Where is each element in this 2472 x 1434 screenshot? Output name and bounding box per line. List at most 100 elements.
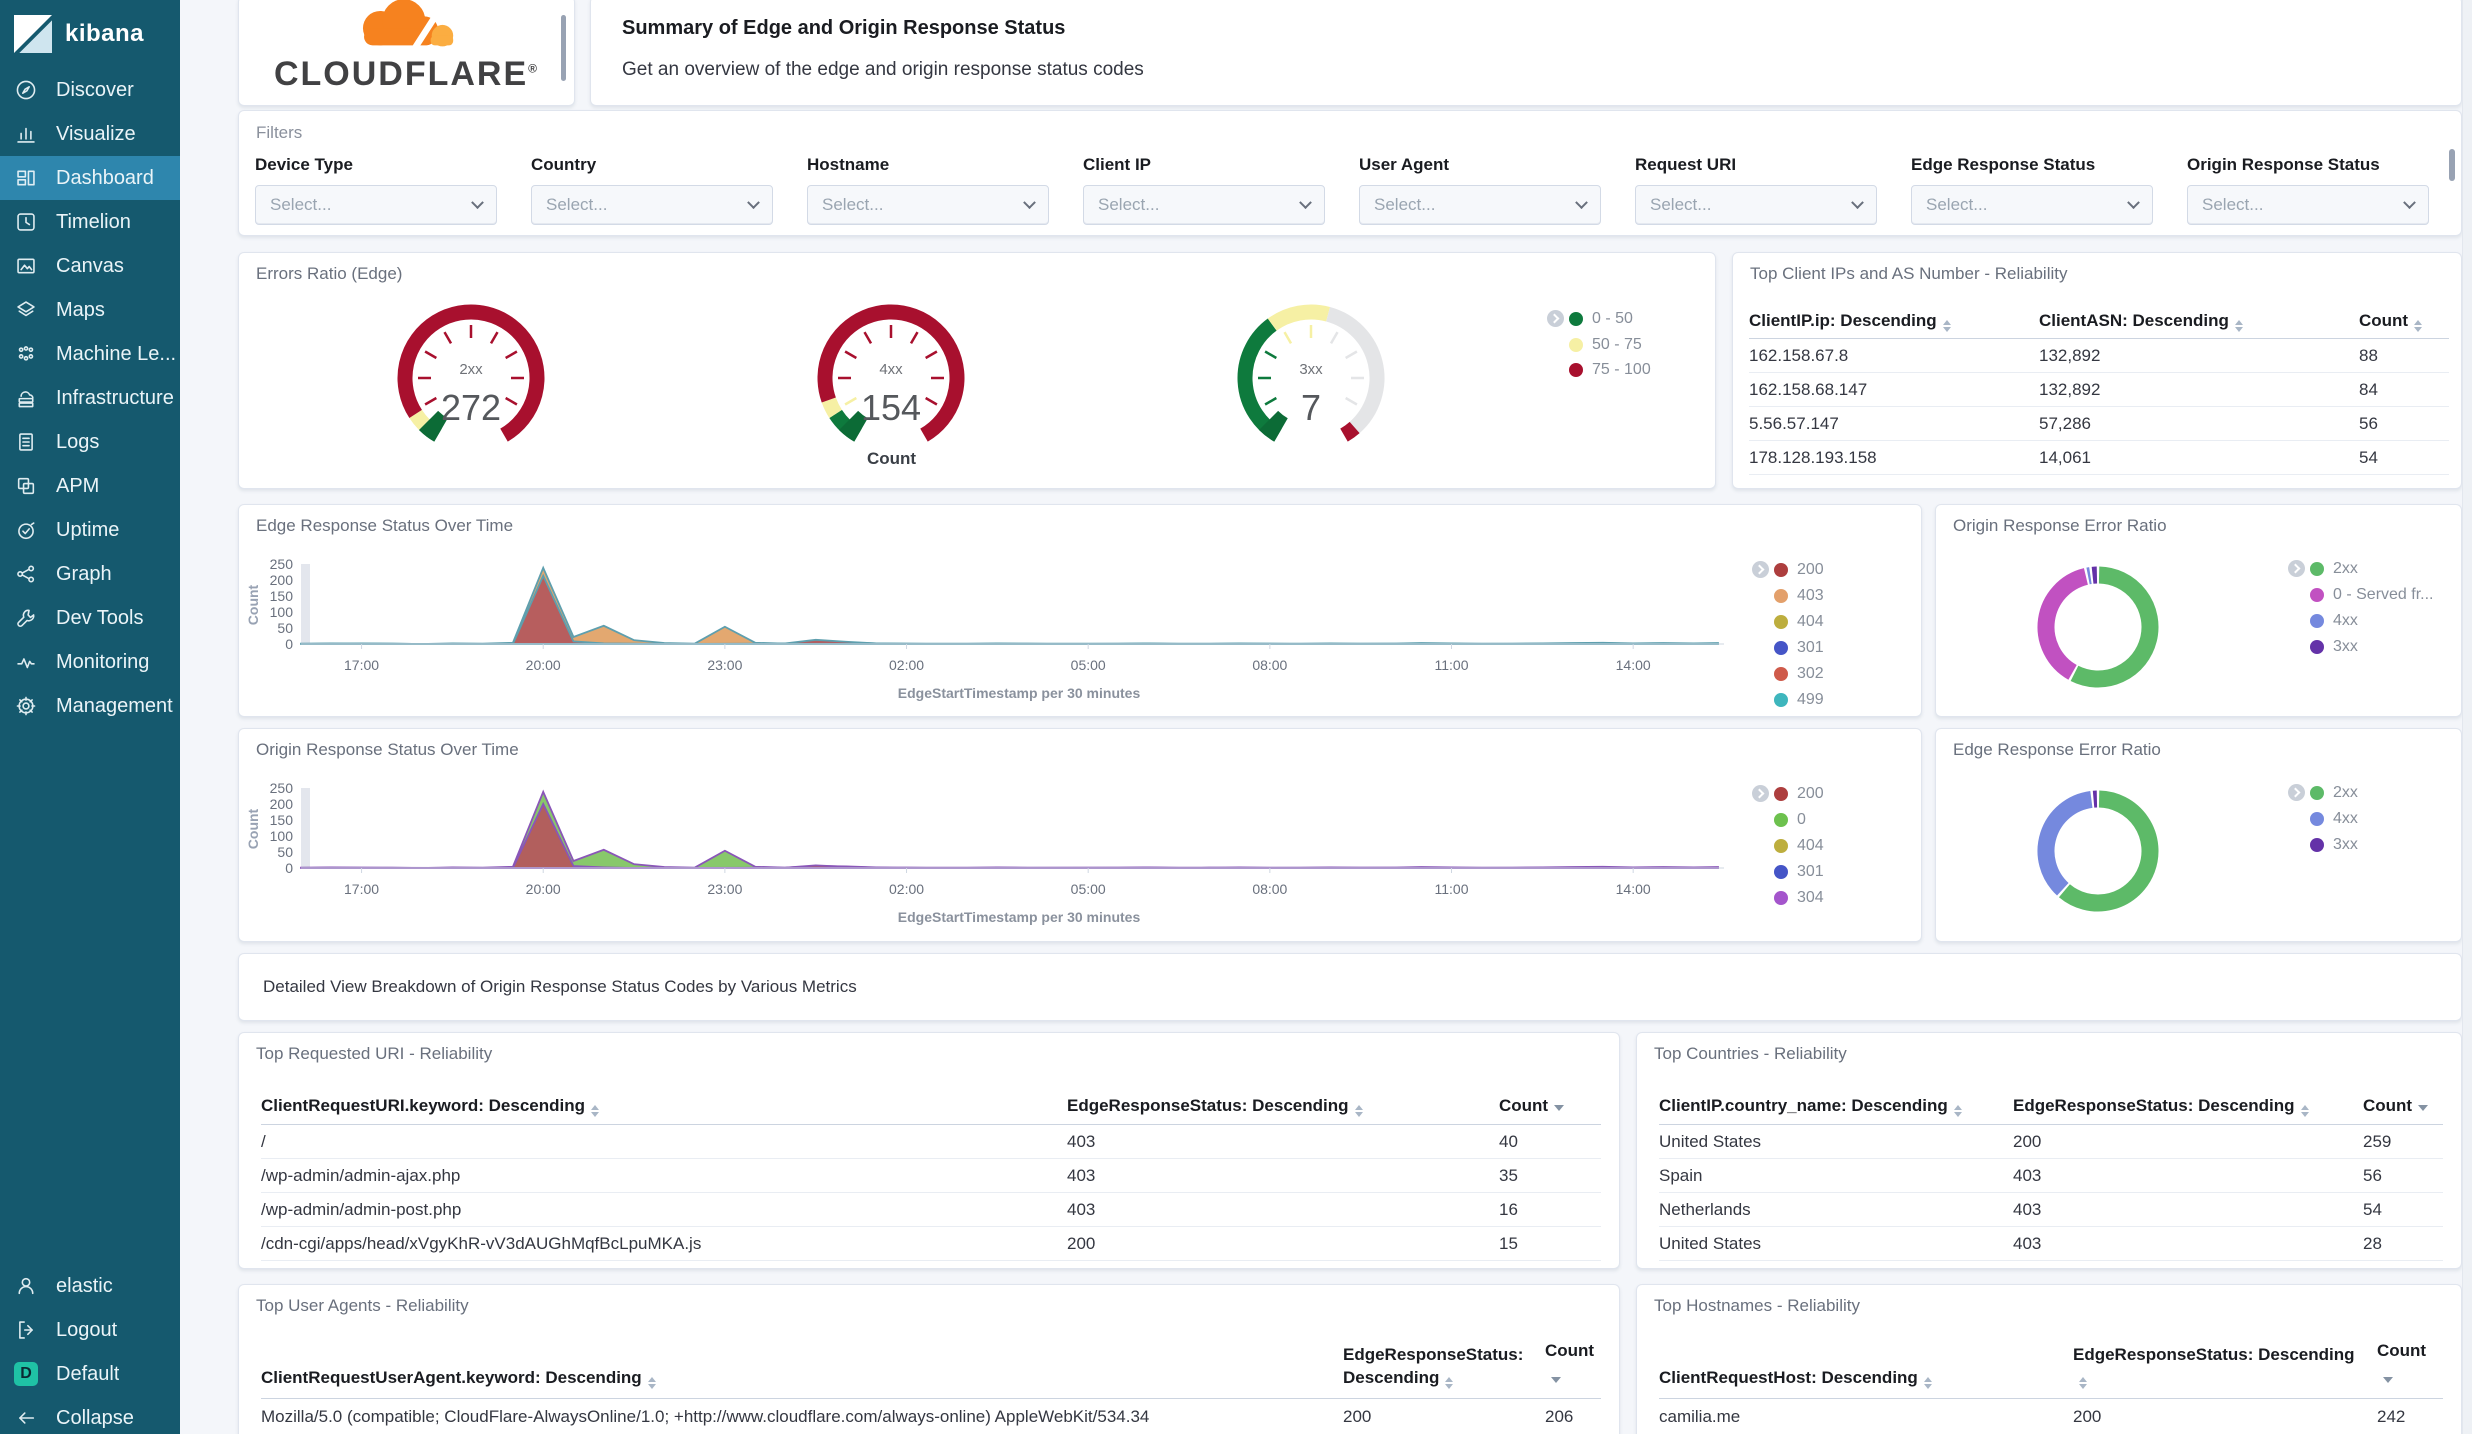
filter-label: Hostname — [807, 155, 890, 174]
space-default-badge: D — [14, 1362, 38, 1386]
legend-item[interactable]: 304 — [1774, 888, 1824, 908]
sidebar-footer-label: elastic — [56, 1274, 113, 1297]
legend-expand-icon[interactable] — [2288, 784, 2305, 801]
table-row: Spain 403 56 — [1659, 1159, 2443, 1193]
sidebar-footer-elastic[interactable]: elastic — [0, 1264, 180, 1308]
legend-item[interactable]: 4xx — [2310, 611, 2358, 631]
legend-item[interactable]: 50 - 75 — [1569, 335, 1642, 355]
legend-expand-icon[interactable] — [2288, 560, 2305, 577]
sidebar-item-ml[interactable]: Machine Le... — [0, 332, 180, 376]
markdown-text: Detailed View Breakdown of Origin Respon… — [263, 977, 857, 996]
column-header[interactable]: Count — [2363, 1095, 2443, 1118]
table-cell: 200 — [2073, 1406, 2102, 1426]
sidebar-item-discover[interactable]: Discover — [0, 68, 180, 112]
column-header[interactable]: Count — [2359, 310, 2449, 333]
sidebar-item-uptime[interactable]: Uptime — [0, 508, 180, 552]
filter-select-edge-response-status[interactable]: Select... — [1911, 185, 2153, 225]
legend-item[interactable]: 302 — [1774, 664, 1824, 684]
column-header[interactable]: Count — [1499, 1095, 1601, 1118]
table-cell: 88 — [2359, 345, 2378, 365]
column-header[interactable]: ClientRequestHost: Descending — [1659, 1367, 2073, 1398]
x-axis-tick: 02:00 — [889, 881, 925, 897]
table-row: 162.158.68.147 132,892 84 — [1749, 373, 2449, 407]
sort-icon — [2414, 320, 2423, 333]
legend-label: 404 — [1797, 837, 1824, 854]
sidebar-item-label: Discover — [56, 78, 134, 101]
legend-expand-icon[interactable] — [1752, 561, 1769, 578]
table-cell: Netherlands — [1659, 1199, 1751, 1219]
x-axis-title: EdgeStartTimestamp per 30 minutes — [897, 685, 1141, 701]
legend-item[interactable]: 3xx — [2310, 835, 2358, 855]
legend-item[interactable]: 0 — [1774, 810, 1806, 830]
sidebar-item-logs[interactable]: Logs — [0, 420, 180, 464]
legend-item[interactable]: 403 — [1774, 586, 1824, 606]
legend-item[interactable]: 499 — [1774, 690, 1824, 710]
sidebar-footer-label: Collapse — [56, 1406, 134, 1429]
table-header-row: ClientRequestURI.keyword: Descending Edge… — [261, 1089, 1601, 1125]
legend-expand-icon[interactable] — [1752, 785, 1769, 802]
legend-expand-icon[interactable] — [1547, 310, 1564, 327]
filter-select-country[interactable]: Select... — [531, 185, 773, 225]
column-header[interactable]: EdgeResponseStatus: Descending — [1343, 1344, 1545, 1398]
legend-item[interactable]: 404 — [1774, 612, 1824, 632]
column-header[interactable]: ClientIP.ip: Descending — [1749, 310, 2039, 333]
sidebar-item-devtools[interactable]: Dev Tools — [0, 596, 180, 640]
column-header[interactable]: Count — [1545, 1340, 1601, 1398]
column-header[interactable]: ClientIP.country_name: Descending — [1659, 1095, 2013, 1118]
x-axis-tick: 17:00 — [344, 881, 380, 897]
sidebar-footer-collapse[interactable]: Collapse — [0, 1396, 180, 1434]
legend-item[interactable]: 301 — [1774, 862, 1824, 882]
column-header[interactable]: EdgeResponseStatus: Descending — [1067, 1095, 1499, 1118]
legend-color-dot — [1774, 641, 1788, 655]
legend-item[interactable]: 3xx — [2310, 637, 2358, 657]
x-axis-tick: 02:00 — [889, 657, 925, 673]
column-header[interactable]: ClientRequestURI.keyword: Descending — [261, 1095, 1067, 1118]
legend-item[interactable]: 0 - Served fr... — [2310, 585, 2433, 605]
legend-item[interactable]: 75 - 100 — [1569, 360, 1651, 380]
legend-item[interactable]: 2xx — [2310, 559, 2358, 579]
table-row: /wp-admin/admin-post.php 403 16 — [261, 1193, 1601, 1227]
column-header[interactable]: EdgeResponseStatus: Descending — [2073, 1344, 2377, 1398]
column-header[interactable]: ClientASN: Descending — [2039, 310, 2359, 333]
legend-item[interactable]: 200 — [1774, 560, 1824, 580]
sidebar-item-dashboard[interactable]: Dashboard — [0, 156, 180, 200]
legend-item[interactable]: 404 — [1774, 836, 1824, 856]
filter-select-user-agent[interactable]: Select... — [1359, 185, 1601, 225]
column-header[interactable]: ClientRequestUserAgent.keyword: Descendi… — [261, 1367, 1343, 1398]
panel-scrollbar-thumb[interactable] — [561, 15, 566, 81]
filters-scrollbar-thumb[interactable] — [2449, 149, 2455, 181]
table-cell: 162.158.67.8 — [1749, 345, 1849, 365]
legend-item[interactable]: 4xx — [2310, 809, 2358, 829]
legend-item[interactable]: 0 - 50 — [1569, 309, 1633, 329]
filter-select-hostname[interactable]: Select... — [807, 185, 1049, 225]
legend-item[interactable]: 2xx — [2310, 783, 2358, 803]
sidebar-footer-default[interactable]: D Default — [0, 1352, 180, 1396]
legend-item[interactable]: 301 — [1774, 638, 1824, 658]
sidebar-item-timelion[interactable]: Timelion — [0, 200, 180, 244]
dashboard-subtitle: Get an overview of the edge and origin r… — [622, 59, 1144, 80]
sidebar-item-monitoring[interactable]: Monitoring — [0, 640, 180, 684]
y-axis-title: Count — [245, 584, 261, 626]
kibana-home-link[interactable]: kibana — [0, 8, 180, 60]
y-axis-tick: 0 — [285, 636, 293, 652]
sidebar-item-infrastructure[interactable]: Infrastructure — [0, 376, 180, 420]
sidebar-item-management[interactable]: Management — [0, 684, 180, 728]
page-scrollbar[interactable] — [2462, 0, 2472, 1434]
legend-item[interactable]: 200 — [1774, 784, 1824, 804]
sort-desc-icon — [2383, 1377, 2393, 1384]
filter-select-device-type[interactable]: Select... — [255, 185, 497, 225]
sidebar-item-apm[interactable]: APM — [0, 464, 180, 508]
sidebar-item-maps[interactable]: Maps — [0, 288, 180, 332]
y-axis-title: Count — [245, 808, 261, 850]
filter-label: User Agent — [1359, 155, 1450, 174]
filter-select-request-uri[interactable]: Select... — [1635, 185, 1877, 225]
filter-select-client-ip[interactable]: Select... — [1083, 185, 1325, 225]
sidebar-item-canvas[interactable]: Canvas — [0, 244, 180, 288]
sidebar-footer-logout[interactable]: Logout — [0, 1308, 180, 1352]
filter-select-origin-response-status[interactable]: Select... — [2187, 185, 2429, 225]
column-header[interactable]: Count — [2377, 1340, 2443, 1398]
column-header[interactable]: EdgeResponseStatus: Descending — [2013, 1095, 2363, 1118]
sidebar-item-graph[interactable]: Graph — [0, 552, 180, 596]
discover-icon — [15, 79, 37, 101]
sidebar-item-visualize[interactable]: Visualize — [0, 112, 180, 156]
